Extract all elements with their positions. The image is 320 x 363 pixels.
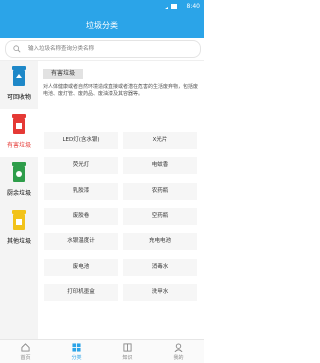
home-icon xyxy=(21,343,30,352)
category-label: 有害垃圾 xyxy=(6,142,31,149)
hazardous-bin-icon xyxy=(12,114,26,134)
tab-label: 我的 xyxy=(173,355,184,361)
book-icon xyxy=(123,343,132,352)
signal-icon xyxy=(165,4,177,9)
item-button[interactable]: 消毒水 xyxy=(123,258,197,276)
category-label: 其他垃圾 xyxy=(6,238,31,245)
category-hazardous[interactable]: 有害垃圾 xyxy=(0,109,38,157)
category-sidebar: 可回收物 有害垃圾 厨余垃圾 其他垃圾 xyxy=(0,61,38,339)
category-recyclable[interactable]: 可回收物 xyxy=(0,61,38,109)
item-button[interactable]: X光片 xyxy=(123,132,197,149)
user-icon xyxy=(174,343,183,352)
tab-profile[interactable]: 我的 xyxy=(153,340,204,363)
category-heading: 有害垃圾 xyxy=(43,69,83,79)
item-button[interactable]: 乳胶漆 xyxy=(44,182,118,200)
item-button[interactable]: 电蚊香 xyxy=(123,157,197,175)
category-label: 厨余垃圾 xyxy=(6,190,31,197)
item-button[interactable]: 农药瓶 xyxy=(123,182,197,200)
recyclable-bin-icon xyxy=(12,66,26,86)
status-time: 8:40 xyxy=(186,3,200,10)
tab-knowledge[interactable]: 知识 xyxy=(102,340,153,363)
page-title: 垃圾分类 xyxy=(0,13,204,38)
search-bar[interactable] xyxy=(5,40,201,58)
category-kitchen[interactable]: 厨余垃圾 xyxy=(0,157,38,205)
item-button[interactable]: LED灯(含水银) xyxy=(44,132,118,149)
category-other[interactable]: 其他垃圾 xyxy=(0,205,38,253)
tab-label: 知识 xyxy=(122,355,133,361)
category-label: 可回收物 xyxy=(6,94,31,101)
tab-label: 首页 xyxy=(20,355,31,361)
category-icon xyxy=(72,343,81,352)
category-description: 对人体健康或者自然环境造成直接或者潜在危害的生活废弃物，包括废电池、废灯管、废药… xyxy=(43,84,199,98)
item-button[interactable]: 水银温度计 xyxy=(44,233,118,251)
item-button[interactable]: 荧光灯 xyxy=(44,157,118,175)
status-bar: 8:40 xyxy=(0,0,204,13)
category-content: 有害垃圾 对人体健康或者自然环境造成直接或者潜在危害的生活废弃物，包括废电池、废… xyxy=(38,61,204,339)
item-button[interactable]: 洗甲水 xyxy=(123,283,197,301)
tab-label: 分类 xyxy=(71,355,82,361)
search-input[interactable] xyxy=(28,43,188,55)
other-bin-icon xyxy=(12,210,26,230)
item-button[interactable]: 废电池 xyxy=(44,258,118,276)
item-button[interactable]: 充电电池 xyxy=(123,233,197,251)
search-icon xyxy=(13,45,21,53)
item-button[interactable]: 空药瓶 xyxy=(123,207,197,225)
item-button[interactable]: 废胶卷 xyxy=(44,207,118,225)
item-button[interactable]: 打印机墨盒 xyxy=(44,283,118,301)
bottom-tab-bar: 首页 分类 知识 我的 xyxy=(0,339,204,363)
tab-category[interactable]: 分类 xyxy=(51,340,102,363)
tab-home[interactable]: 首页 xyxy=(0,340,51,363)
kitchen-bin-icon xyxy=(12,162,26,182)
